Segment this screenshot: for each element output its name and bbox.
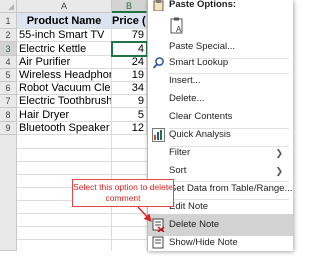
row-header-1[interactable]: 1 (0, 13, 17, 29)
row-header-8[interactable]: 8 (0, 108, 17, 122)
row-header-7[interactable]: 7 (0, 95, 17, 108)
row-header-2[interactable]: 2 (0, 29, 17, 42)
paste-options-header: Paste Options: (148, 0, 293, 14)
grid-line (17, 174, 147, 175)
clipboard-icon: A (170, 17, 184, 35)
cell-product[interactable]: Bluetooth Speaker (17, 122, 112, 135)
quick-analysis-icon (152, 128, 165, 142)
grid-line (17, 226, 147, 227)
delete-note-icon (152, 218, 165, 233)
cell-price[interactable]: 12 (112, 122, 147, 135)
header-price[interactable]: Price ($) (112, 13, 147, 29)
grid-line (17, 239, 147, 240)
cell-price[interactable]: 34 (112, 82, 147, 95)
header-product-name[interactable]: Product Name (17, 13, 112, 29)
row-header-empty (0, 135, 17, 251)
cell-price[interactable]: 19 (112, 69, 147, 82)
svg-text:A: A (176, 25, 182, 34)
cell-product[interactable]: Electric Kettle (17, 42, 112, 56)
column-header-b[interactable]: B (112, 0, 147, 13)
row-header-9[interactable]: 9 (0, 122, 17, 135)
column-header-a[interactable]: A (17, 0, 112, 13)
cell-product[interactable]: Air Purifier (17, 56, 112, 69)
cell-product[interactable]: Hair Dryer (17, 108, 112, 122)
active-cell-selection (111, 41, 148, 57)
grid-line (17, 161, 147, 162)
paste-icon (152, 0, 165, 14)
show-hide-note-icon (152, 236, 165, 250)
cell-product[interactable]: Electric Toothbrush (17, 95, 112, 108)
cell-price[interactable]: 5 (112, 108, 147, 122)
instruction-callout: Select this option to delete comment (72, 179, 174, 207)
context-menu: Paste Options: A Paste Special... Smart … (147, 0, 293, 251)
row-header-3[interactable]: 3 (0, 42, 17, 56)
search-icon (152, 56, 165, 70)
cell-price[interactable]: 9 (112, 95, 147, 108)
cell-product[interactable]: 55-inch Smart TV (17, 29, 112, 42)
cell-product[interactable]: Robot Vacuum Cleaner (17, 82, 112, 95)
paste-option-clipboard[interactable]: A (148, 14, 293, 38)
row-header-5[interactable]: 5 (0, 69, 17, 82)
grid-line (17, 148, 147, 149)
cell-product[interactable]: Wireless Headphones (17, 69, 112, 82)
row-header-4[interactable]: 4 (0, 56, 17, 69)
row-header-6[interactable]: 6 (0, 82, 17, 95)
grid-line (17, 213, 147, 214)
cell-price[interactable]: 24 (112, 56, 147, 69)
select-all-corner[interactable] (0, 0, 17, 13)
